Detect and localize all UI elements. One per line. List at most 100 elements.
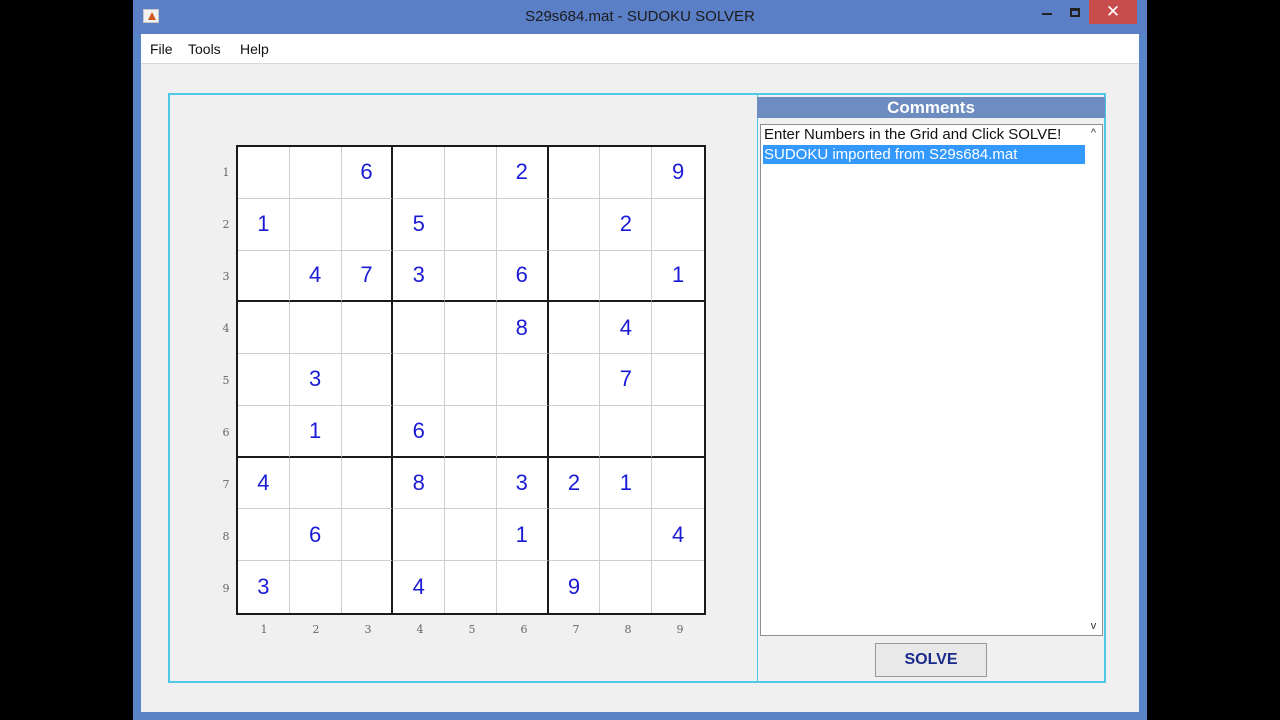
sudoku-cell[interactable] <box>548 147 601 199</box>
sudoku-cell[interactable] <box>496 405 549 458</box>
sudoku-cell[interactable] <box>393 354 446 406</box>
sudoku-cell[interactable]: 7 <box>341 250 394 303</box>
sudoku-cell[interactable] <box>289 147 342 199</box>
sudoku-cell[interactable] <box>445 509 497 562</box>
sudoku-cell[interactable] <box>341 457 394 510</box>
sudoku-cell[interactable]: 3 <box>238 561 290 613</box>
sudoku-cell[interactable]: 2 <box>600 198 653 251</box>
sudoku-cell[interactable]: 9 <box>652 147 704 199</box>
menu-tools[interactable]: Tools <box>188 41 221 57</box>
sudoku-cell[interactable] <box>497 561 549 613</box>
sudoku-cell[interactable] <box>600 405 653 458</box>
sudoku-cell[interactable]: 6 <box>393 405 446 458</box>
sudoku-cell[interactable] <box>342 561 394 613</box>
sudoku-cell[interactable] <box>393 147 446 199</box>
sudoku-cell[interactable]: 7 <box>600 354 653 406</box>
sudoku-cell[interactable] <box>600 561 653 613</box>
sudoku-cell[interactable] <box>548 250 601 303</box>
sudoku-cell[interactable]: 6 <box>496 250 549 303</box>
column-label: 8 <box>624 623 632 636</box>
sudoku-cell[interactable] <box>238 250 290 303</box>
column-label: 5 <box>468 623 476 636</box>
sudoku-cell[interactable] <box>445 302 497 355</box>
comment-line[interactable]: Enter Numbers in the Grid and Click SOLV… <box>763 125 1086 144</box>
menu-help[interactable]: Help <box>240 41 269 57</box>
sudoku-cell[interactable] <box>290 561 342 613</box>
sudoku-cell[interactable] <box>445 250 497 303</box>
sudoku-cell[interactable] <box>496 354 549 406</box>
sudoku-cell[interactable]: 1 <box>496 509 549 562</box>
scroll-down-icon[interactable]: v <box>1085 618 1102 635</box>
comment-line-selected[interactable]: SUDOKU imported from S29s684.mat <box>763 145 1086 164</box>
sudoku-cell[interactable]: 4 <box>600 302 653 355</box>
sudoku-cell[interactable] <box>341 405 394 458</box>
sudoku-cell[interactable]: 2 <box>548 457 601 510</box>
sudoku-cell[interactable]: 3 <box>289 354 342 406</box>
comments-scrollbar[interactable]: ^ v <box>1085 125 1102 635</box>
sudoku-cell[interactable] <box>393 509 446 562</box>
sudoku-cell[interactable]: 1 <box>238 198 290 251</box>
sudoku-cell[interactable] <box>548 198 601 251</box>
comments-list[interactable]: Enter Numbers in the Grid and Click SOLV… <box>760 124 1103 636</box>
sudoku-cell[interactable] <box>341 198 394 251</box>
sudoku-cell[interactable] <box>652 561 704 613</box>
sudoku-cell[interactable] <box>652 458 704 510</box>
sudoku-cell[interactable] <box>652 199 704 251</box>
menu-file[interactable]: File <box>150 41 173 57</box>
row-label: 3 <box>222 270 230 283</box>
sudoku-cell[interactable]: 3 <box>393 250 446 303</box>
sudoku-cell[interactable] <box>289 302 342 355</box>
row-label: 8 <box>222 530 230 543</box>
sudoku-cell[interactable] <box>238 354 290 406</box>
scroll-up-icon[interactable]: ^ <box>1085 125 1102 142</box>
solve-button[interactable]: SOLVE <box>875 643 987 677</box>
sudoku-cell[interactable] <box>238 405 290 458</box>
sudoku-cell[interactable] <box>238 302 290 355</box>
sudoku-cell[interactable]: 3 <box>496 457 549 510</box>
sudoku-cell[interactable]: 4 <box>393 561 446 613</box>
sudoku-cell[interactable] <box>238 147 290 199</box>
sudoku-cell[interactable]: 5 <box>393 198 446 251</box>
sudoku-cell[interactable] <box>652 302 704 355</box>
title-bar[interactable]: S29s684.mat - SUDOKU SOLVER ✕ <box>133 0 1147 34</box>
sudoku-cell[interactable]: 4 <box>652 509 704 562</box>
sudoku-cell[interactable] <box>341 302 394 355</box>
sudoku-cell[interactable] <box>652 406 704 458</box>
maximize-button[interactable] <box>1061 0 1089 24</box>
sudoku-cell[interactable] <box>445 561 497 613</box>
sudoku-cell[interactable]: 9 <box>549 561 601 613</box>
sudoku-cell[interactable] <box>341 509 394 562</box>
sudoku-cell[interactable] <box>548 405 601 458</box>
sudoku-cell[interactable] <box>445 147 497 199</box>
sudoku-cell[interactable]: 6 <box>289 509 342 562</box>
sudoku-cell[interactable] <box>600 147 653 199</box>
sudoku-cell[interactable] <box>600 250 653 303</box>
sudoku-cell[interactable] <box>289 198 342 251</box>
sudoku-cell[interactable] <box>445 354 497 406</box>
sudoku-cell[interactable]: 4 <box>238 457 290 510</box>
sudoku-cell[interactable]: 8 <box>496 302 549 355</box>
close-button[interactable]: ✕ <box>1089 0 1137 24</box>
sudoku-cell[interactable] <box>496 198 549 251</box>
sudoku-cell[interactable]: 8 <box>393 457 446 510</box>
sudoku-cell[interactable]: 4 <box>289 250 342 303</box>
sudoku-cell[interactable] <box>445 405 497 458</box>
sudoku-cell[interactable] <box>445 457 497 510</box>
sudoku-cell[interactable] <box>393 302 446 355</box>
sudoku-cell[interactable] <box>238 509 290 562</box>
minimize-button[interactable] <box>1033 0 1061 24</box>
sudoku-cell[interactable]: 6 <box>341 147 394 199</box>
sudoku-cell[interactable] <box>548 302 601 355</box>
sudoku-cell[interactable] <box>548 354 601 406</box>
sudoku-cell[interactable] <box>341 354 394 406</box>
sudoku-cell[interactable] <box>548 509 601 562</box>
sudoku-cell[interactable]: 2 <box>496 147 549 199</box>
column-label: 7 <box>572 623 580 636</box>
sudoku-cell[interactable] <box>600 509 653 562</box>
sudoku-cell[interactable] <box>289 457 342 510</box>
sudoku-cell[interactable]: 1 <box>289 405 342 458</box>
sudoku-cell[interactable]: 1 <box>600 457 653 510</box>
sudoku-cell[interactable] <box>652 354 704 406</box>
sudoku-cell[interactable]: 1 <box>652 251 704 303</box>
sudoku-cell[interactable] <box>445 198 497 251</box>
